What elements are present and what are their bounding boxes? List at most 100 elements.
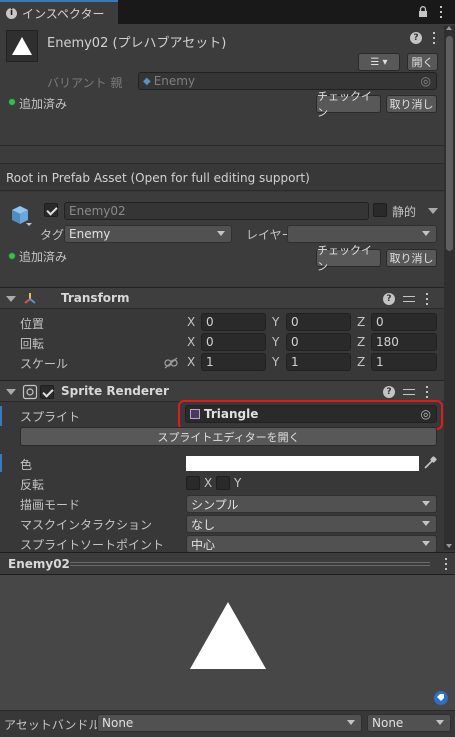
scrollbar-thumb[interactable] xyxy=(446,36,453,251)
sr-foldout-icon[interactable] xyxy=(6,389,16,395)
scale-x-label[interactable]: X xyxy=(187,355,195,369)
info-icon: i xyxy=(6,7,17,19)
sr-title: Sprite Renderer xyxy=(61,384,169,398)
go-revert-button[interactable]: 取り消し xyxy=(386,249,437,267)
open-sprite-editor-button[interactable]: スプライトエディターを開く xyxy=(20,427,437,446)
open-button[interactable]: 開く xyxy=(407,53,438,71)
tab-bar: i インスペクター xyxy=(0,0,455,24)
preview-header[interactable]: Enemy02 xyxy=(0,552,455,575)
tab-inspector[interactable]: i インスペクター xyxy=(0,0,118,24)
tab-title: インスペクター xyxy=(22,6,105,21)
go-added-status-icon xyxy=(8,252,16,260)
static-checkbox[interactable] xyxy=(373,203,387,217)
rot-y-label[interactable]: Y xyxy=(272,335,279,349)
sprite-asset-icon xyxy=(190,409,200,419)
prefab-icon: ◆ xyxy=(143,75,151,87)
gameobject-cube-icon[interactable] xyxy=(8,202,34,228)
lock-icon[interactable] xyxy=(418,6,428,18)
layer-dropdown[interactable] xyxy=(287,225,437,243)
scrollbar[interactable] xyxy=(444,26,455,550)
mask-interaction-dropdown[interactable]: なし xyxy=(186,515,437,533)
pos-x-label[interactable]: X xyxy=(187,315,195,329)
static-label: 静的 xyxy=(392,205,417,219)
transform-header[interactable]: Transform ? xyxy=(0,287,444,309)
preview-area xyxy=(0,575,455,710)
scale-z-label[interactable]: Z xyxy=(357,355,365,369)
pos-y-label[interactable]: Y xyxy=(272,315,279,329)
checkin-button[interactable]: チェックイン xyxy=(316,90,381,119)
revert-button[interactable]: 取り消し xyxy=(386,95,437,113)
overrides-dropdown[interactable]: ☰ ▾ xyxy=(358,53,400,71)
sprite-picker-icon[interactable]: ◎ xyxy=(421,407,431,421)
root-notice-text: Root in Prefab Asset (Open for full edit… xyxy=(6,171,310,185)
flip-y-label: Y xyxy=(234,476,242,490)
rot-z-label[interactable]: Z xyxy=(357,335,365,349)
sr-enabled-checkbox[interactable] xyxy=(40,385,54,399)
eyedropper-icon[interactable] xyxy=(423,456,437,470)
sprite-renderer-header[interactable]: Sprite Renderer ? xyxy=(0,380,444,402)
scroll-up-icon[interactable] xyxy=(446,26,452,30)
scale-y-label[interactable]: Y xyxy=(272,355,279,369)
flip-x-checkbox[interactable] xyxy=(186,476,200,490)
transform-presets-icon[interactable] xyxy=(403,293,415,305)
foldout-icon[interactable] xyxy=(6,296,16,302)
pos-x-field[interactable]: 0 xyxy=(201,313,266,331)
position-label: 位置 xyxy=(20,317,45,331)
help-icon[interactable]: ? xyxy=(410,32,422,44)
asset-bundle-label: アセットバンドル xyxy=(4,718,101,732)
transform-title: Transform xyxy=(61,291,130,305)
scale-z-field[interactable]: 1 xyxy=(371,353,437,371)
flip-y-checkbox[interactable] xyxy=(216,476,230,490)
tag-dropdown[interactable]: Enemy xyxy=(64,225,232,243)
sort-point-label: スプライトソートポイント xyxy=(20,538,165,552)
list-icon: ☰ ▾ xyxy=(370,56,388,68)
prefab-thumbnail xyxy=(6,30,38,62)
asset-bundle-bar: アセットバンドル None None xyxy=(0,710,455,737)
go-added-label: 追加済み xyxy=(19,250,68,264)
color-swatch[interactable] xyxy=(186,456,419,471)
sr-menu-icon[interactable] xyxy=(425,386,428,398)
rot-x-field[interactable]: 0 xyxy=(201,333,266,351)
header-menu-icon[interactable] xyxy=(432,32,435,44)
transform-body: 位置 X 0 Y 0 Z 0 回転 X 0 Y 0 Z 180 スケール X 1… xyxy=(0,310,444,380)
scale-x-field[interactable]: 1 xyxy=(201,353,266,371)
sprite-field[interactable]: Triangle ◎ xyxy=(185,405,437,423)
active-checkbox[interactable] xyxy=(44,203,58,217)
added-status-icon xyxy=(8,98,16,106)
preview-menu-icon[interactable] xyxy=(444,558,447,570)
asset-bundle-variant-dropdown[interactable]: None xyxy=(367,714,451,732)
rot-x-label[interactable]: X xyxy=(187,335,195,349)
constrain-proportions-icon[interactable] xyxy=(164,357,178,369)
static-dropdown-icon[interactable] xyxy=(428,208,438,214)
transform-menu-icon[interactable] xyxy=(425,293,428,305)
draw-mode-dropdown[interactable]: シンプル xyxy=(186,495,437,513)
pos-y-field[interactable]: 0 xyxy=(286,313,351,331)
go-checkin-button[interactable]: チェックイン xyxy=(316,244,381,273)
rot-y-field[interactable]: 0 xyxy=(286,333,351,351)
pos-z-label[interactable]: Z xyxy=(357,315,365,329)
sr-presets-icon[interactable] xyxy=(403,386,415,398)
scroll-down-icon[interactable] xyxy=(446,544,452,548)
gameobject-name-field[interactable]: Enemy02 xyxy=(64,202,369,220)
asset-bundle-dropdown[interactable]: None xyxy=(97,714,362,732)
rotation-label: 回転 xyxy=(20,337,45,351)
flip-x-label: X xyxy=(204,476,213,490)
sort-point-dropdown[interactable]: 中心 xyxy=(186,535,437,553)
sr-help-icon[interactable]: ? xyxy=(383,386,395,398)
tab-menu-icon[interactable] xyxy=(439,6,442,18)
asset-title: Enemy02 (プレハブアセット) xyxy=(47,36,227,51)
sprite-label: スプライト xyxy=(20,410,81,424)
added-label: 追加済み xyxy=(19,97,68,111)
object-picker-icon[interactable]: ◎ xyxy=(421,74,431,88)
scale-y-field[interactable]: 1 xyxy=(286,353,351,371)
flip-label: 反転 xyxy=(20,478,45,492)
pos-z-field[interactable]: 0 xyxy=(371,313,437,331)
preview-sprite xyxy=(190,602,266,669)
asset-label-icon[interactable] xyxy=(433,691,449,705)
transform-help-icon[interactable]: ? xyxy=(383,293,395,305)
rot-z-field[interactable]: 180 xyxy=(371,333,437,351)
color-label: 色 xyxy=(20,458,33,472)
variant-parent-label: バリアント 親 xyxy=(47,76,123,90)
preview-resize-handle[interactable] xyxy=(70,562,430,566)
variant-parent-field[interactable]: ◆ Enemy ◎ xyxy=(138,72,437,90)
